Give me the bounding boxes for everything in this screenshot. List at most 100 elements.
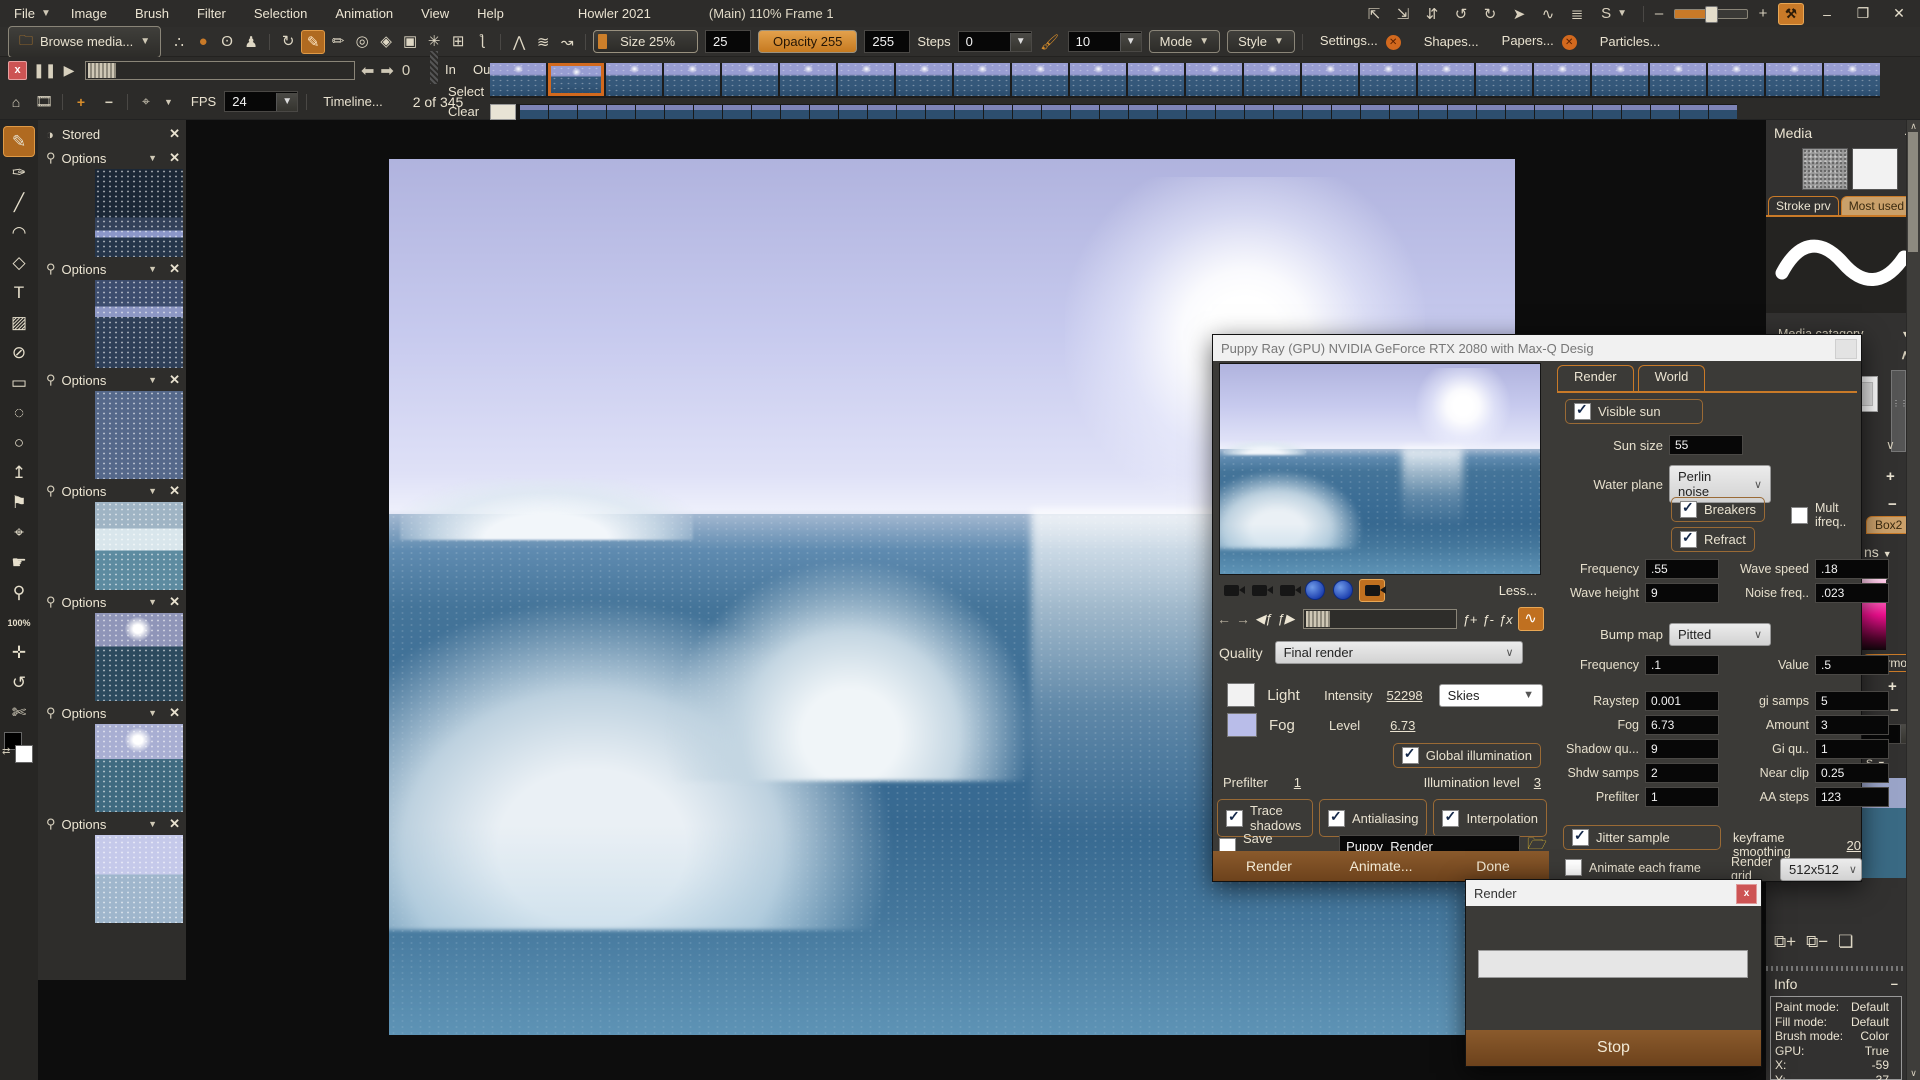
zoom-100-tool[interactable]: 100% (4, 608, 34, 637)
substrip-frame[interactable] (1245, 105, 1273, 119)
rotate-canvas-icon[interactable]: ↝ (556, 31, 578, 53)
param-field[interactable]: .5 (1815, 655, 1889, 675)
substrip-frame[interactable] (926, 105, 954, 119)
spiral-icon[interactable]: ◎ (351, 30, 373, 52)
light-color-swatch[interactable] (1227, 683, 1255, 707)
window-restore-button[interactable]: ❐ (1850, 5, 1876, 22)
animate-each-frame-group[interactable]: Animate each frame (1565, 859, 1701, 876)
illumination-value[interactable]: 3 (1534, 775, 1541, 790)
filmstrip-frame[interactable] (1302, 63, 1358, 96)
brush-tool[interactable]: ✎ (3, 126, 35, 157)
mode-button[interactable]: Mode▼ (1149, 30, 1220, 53)
flag-tool[interactable]: ⚑ (4, 488, 34, 517)
tab-box2[interactable]: Box2 (1866, 516, 1911, 534)
list-icon[interactable]: ≣ (1567, 5, 1587, 23)
camera-view-icon[interactable] (1359, 579, 1385, 602)
close-stored-panel-button[interactable]: ✕ (169, 126, 180, 142)
select-range-button[interactable]: Select (448, 84, 484, 99)
param-field[interactable]: .18 (1815, 559, 1889, 579)
close-badge-icon[interactable]: ✕ (1386, 35, 1401, 50)
substrip-frame[interactable] (578, 105, 606, 119)
asterisk-icon[interactable]: ✳ (423, 30, 445, 52)
mult-ifreq-group[interactable]: Mult ifreq.. (1791, 501, 1861, 529)
picker-tool[interactable]: ⌖ (4, 518, 34, 547)
menu-selection[interactable]: Selection (240, 2, 321, 25)
stored-options-button[interactable]: Options (62, 595, 143, 610)
visible-sun-group[interactable]: Visible sun (1565, 399, 1703, 424)
param-field[interactable]: 2 (1645, 763, 1719, 783)
substrip-scrollbox[interactable] (490, 104, 516, 120)
media-panel-scrollbar[interactable]: ∧ ∨ (1906, 120, 1920, 1080)
tab-render[interactable]: Render (1557, 365, 1634, 391)
remove-frame-button[interactable]: − (99, 94, 119, 110)
tab-stroke-preview[interactable]: Stroke prv (1768, 196, 1839, 215)
smear-tool[interactable]: ✑ (4, 158, 34, 187)
filmstrip-frame[interactable] (490, 63, 546, 96)
pin-up-tool[interactable]: ↥ (4, 458, 34, 487)
text-tool[interactable]: T (4, 278, 34, 307)
jitter-sample-checkbox[interactable] (1572, 829, 1589, 846)
stamp-icon[interactable]: ♟ (240, 31, 262, 53)
grid-icon[interactable]: ⊞ (447, 30, 469, 52)
stored-options-button[interactable]: Options (62, 706, 143, 721)
add-media-button[interactable]: + (1886, 468, 1895, 485)
key-add-button[interactable]: ƒ+ (1462, 612, 1477, 627)
substrip-frame[interactable] (839, 105, 867, 119)
global-illumination-checkbox[interactable] (1402, 747, 1419, 764)
antialiasing-checkbox[interactable] (1328, 810, 1345, 827)
no-mask-tool[interactable]: ⊘ (4, 338, 34, 367)
substrip-frame[interactable] (1390, 105, 1418, 119)
substrip-frame[interactable] (752, 105, 780, 119)
substrip-frame[interactable] (810, 105, 838, 119)
stored-thumbnail[interactable] (95, 502, 183, 590)
less-options-button[interactable]: Less... (1499, 583, 1541, 598)
chevron-down-icon[interactable]: ▼ (164, 97, 173, 107)
puppy-ray-titlebar[interactable]: Puppy Ray (GPU) NVIDIA GeForce RTX 2080 … (1213, 335, 1861, 361)
bump-map-dropdown[interactable]: Pitted ∨ (1669, 623, 1771, 646)
substrip-frame[interactable] (1361, 105, 1389, 119)
collapse-info-button[interactable]: – (1891, 976, 1898, 992)
refract-group[interactable]: Refract (1671, 527, 1755, 552)
stored-thumbnail[interactable] (95, 280, 183, 368)
stored-options-button[interactable]: Options (62, 373, 143, 388)
substrip-frame[interactable] (1216, 105, 1244, 119)
substrip-frame[interactable] (1535, 105, 1563, 119)
fog-color-swatch[interactable] (1227, 713, 1257, 737)
substrip-frame[interactable] (636, 105, 664, 119)
close-timeline-button[interactable]: x (8, 61, 27, 80)
play-icon[interactable]: ▶ (59, 62, 79, 79)
filmstrip-frame[interactable] (664, 63, 720, 96)
done-button[interactable]: Done (1437, 858, 1549, 874)
filmstrip-frame[interactable] (1128, 63, 1184, 96)
render-button[interactable]: Render (1213, 858, 1325, 874)
interpolation-checkbox[interactable] (1442, 810, 1459, 827)
key-first-icon[interactable]: ◀ƒ (1255, 611, 1272, 627)
substrip-frame[interactable] (1100, 105, 1128, 119)
card-icon[interactable]: ▣ (399, 30, 421, 52)
keyframe-pin-button[interactable]: ⌖ (136, 93, 156, 110)
substrip-frame[interactable] (1680, 105, 1708, 119)
close-dialog-button[interactable] (1835, 339, 1857, 359)
undo-icon[interactable]: ↺ (1451, 5, 1471, 23)
param-field[interactable]: 123 (1815, 787, 1889, 807)
remove-stored-button[interactable]: ✕ (169, 261, 180, 277)
substrip-frame[interactable] (868, 105, 896, 119)
pin-icon[interactable]: ⚲ (46, 483, 56, 499)
prefilter-value[interactable]: 1 (1294, 775, 1301, 790)
add-color-button[interactable]: + (1888, 678, 1897, 695)
magnify-pin-tool[interactable]: ⚲ (4, 578, 34, 607)
skies-dropdown[interactable]: Skies ▼ (1439, 684, 1543, 707)
keyframe-slider-handle[interactable] (1306, 611, 1330, 627)
chevron-down-icon[interactable]: ▼ (41, 8, 51, 19)
tab-world[interactable]: World (1638, 365, 1706, 391)
line-tool[interactable]: ╱ (4, 188, 34, 217)
close-badge-icon[interactable]: ✕ (1562, 35, 1577, 50)
filmstrip-frame[interactable] (1476, 63, 1532, 96)
papers-button[interactable]: Papers...✕ (1502, 33, 1577, 50)
chevron-down-icon[interactable]: ▼ (148, 375, 157, 385)
arrow-tool-icon[interactable]: ➤ (1509, 5, 1529, 23)
cut-tool[interactable]: ✄ (4, 698, 34, 727)
jitter-group[interactable]: Jitter sample (1563, 825, 1721, 850)
pin-icon[interactable]: ⚲ (46, 816, 56, 832)
scroll-down-icon[interactable]: ∨ (1886, 438, 1895, 452)
